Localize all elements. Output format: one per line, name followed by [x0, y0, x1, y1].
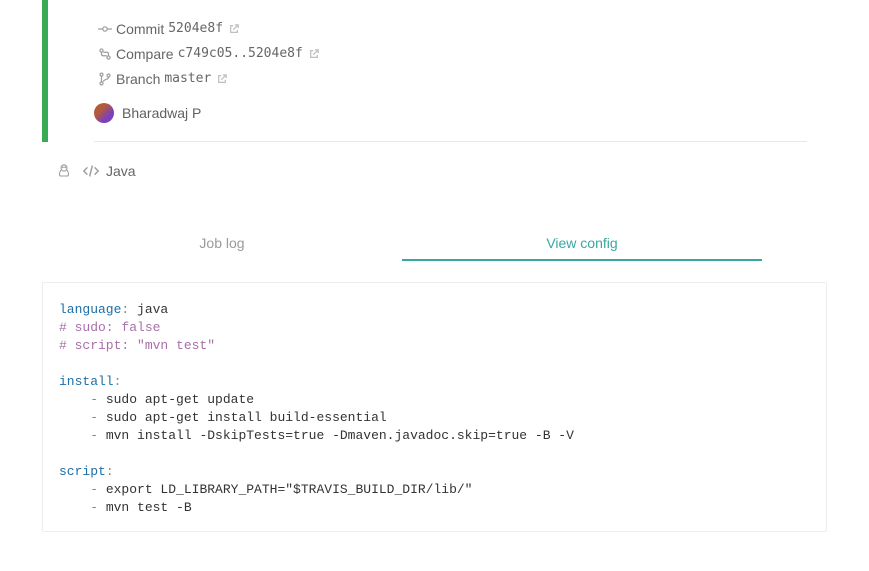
- commit-label: Commit: [116, 21, 164, 37]
- divider: [94, 141, 807, 142]
- external-link-icon: [309, 49, 319, 59]
- author-name: Bharadwaj P: [122, 105, 201, 121]
- compare-label: Compare: [116, 46, 174, 62]
- author-row: Bharadwaj P: [94, 103, 807, 141]
- config-content: language: java # sudo: false # script: "…: [59, 301, 810, 517]
- commit-row[interactable]: Commit 5204e8f: [94, 16, 807, 41]
- env-language: Java: [106, 163, 136, 179]
- tab-view-config[interactable]: View config: [402, 225, 762, 261]
- commit-hash: 5204e8f: [168, 21, 223, 36]
- code-icon: [82, 164, 100, 178]
- commit-icon: [94, 22, 116, 36]
- compare-row[interactable]: Compare c749c05..5204e8f: [94, 41, 807, 66]
- external-link-icon: [217, 74, 227, 84]
- tabs: Job log View config: [42, 225, 827, 261]
- compare-icon: [94, 47, 116, 61]
- config-panel: language: java # sudo: false # script: "…: [42, 282, 827, 532]
- build-card: Commit 5204e8f Compare c749c05..5204e8f: [42, 0, 827, 142]
- external-link-icon: [229, 24, 239, 34]
- branch-label: Branch: [116, 71, 160, 87]
- compare-range: c749c05..5204e8f: [178, 46, 303, 61]
- branch-name: master: [164, 71, 211, 86]
- os-linux-icon: [56, 163, 72, 179]
- branch-icon: [94, 72, 116, 86]
- branch-row[interactable]: Branch master: [94, 66, 807, 91]
- build-meta: Commit 5204e8f Compare c749c05..5204e8f: [94, 0, 807, 91]
- env-row: Java: [56, 163, 136, 179]
- tab-job-log[interactable]: Job log: [42, 225, 402, 261]
- avatar: [94, 103, 114, 123]
